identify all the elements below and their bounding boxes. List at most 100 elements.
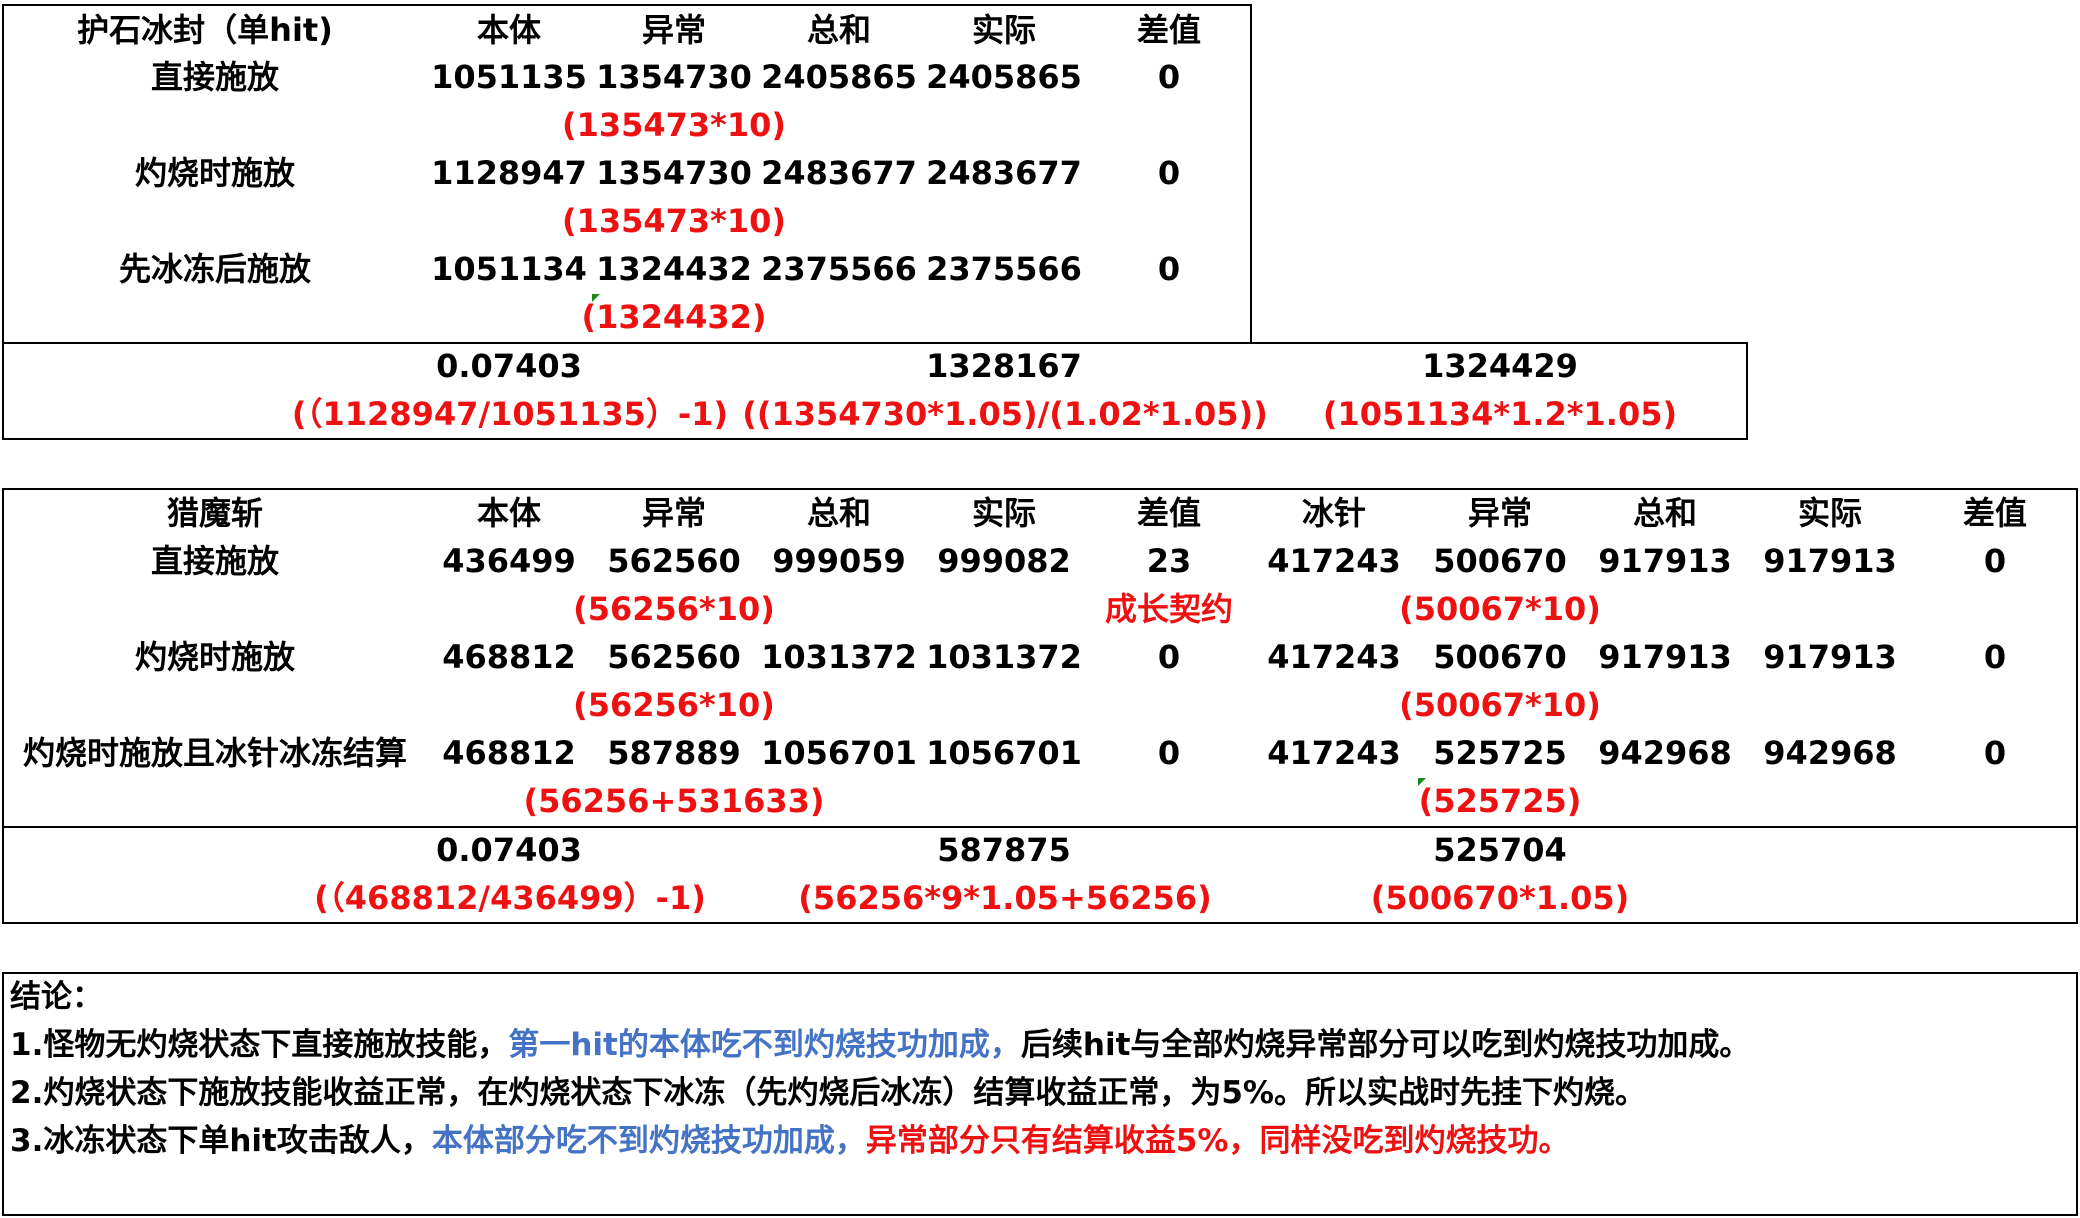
table2-cell: 587889 (607, 734, 741, 772)
table2-header: 异常 (1467, 494, 1533, 532)
table2-cell: 417243 (1267, 542, 1401, 580)
table2-cell: 917913 (1598, 638, 1732, 676)
table2-header: 本体 (476, 494, 542, 532)
table1-cell: 1324432 (596, 250, 752, 288)
table2-note: (50067*10) (1399, 686, 1601, 724)
table2-header: 总和 (806, 494, 872, 532)
table1-header-total: 总和 (806, 11, 872, 49)
table1-header-abnormal: 异常 (641, 11, 707, 49)
table2-cell: 562560 (607, 542, 741, 580)
table2-cell: 999059 (772, 542, 906, 580)
table2-cell: 942968 (1598, 734, 1732, 772)
table1-header-actual: 实际 (971, 11, 1037, 49)
table2-cell: 0 (1983, 542, 2007, 580)
table2-cell: 917913 (1763, 638, 1897, 676)
table2-header: 冰针 (1301, 494, 1367, 532)
table2-cell: 562560 (607, 638, 741, 676)
conclusion-line-1: 1.怪物无灼烧状态下直接施放技能，第一hit的本体吃不到灼烧技功加成，后续hit… (10, 1025, 1750, 1065)
summary1-value: 1328167 (926, 347, 1082, 385)
table1-cell: 2405865 (761, 58, 917, 96)
table1-header-diff: 差值 (1136, 11, 1202, 49)
table1-cell: 1051134 (431, 250, 587, 288)
conclusion-line-3-a: 3.冰冻状态下单hit攻击敌人， (10, 1123, 432, 1159)
table2-cell: 525725 (1433, 734, 1567, 772)
table2-row-label: 灼烧时施放且冰针冰冻结算 (22, 734, 408, 772)
summary1-value: 1324429 (1422, 347, 1578, 385)
conclusion-line-3: 3.冰冻状态下单hit攻击敌人，本体部分吃不到灼烧技功加成，异常部分只有结算收益… (10, 1121, 1570, 1161)
summary2-value: 0.07403 (436, 831, 582, 869)
table2-cell: 500670 (1433, 638, 1567, 676)
table1-cell: 0 (1157, 154, 1181, 192)
conclusion-line-1-c: 后续hit与全部灼烧异常部分可以吃到灼烧技功加成。 (1020, 1027, 1751, 1063)
conclusion-line-2: 2.灼烧状态下施放技能收益正常，在灼烧状态下冰冻（先灼烧后冰冻）结算收益正常，为… (10, 1075, 1646, 1111)
table1-row-label: 直接施放 (150, 58, 280, 96)
table1-cell: 1354730 (596, 154, 752, 192)
table1-cell: 2375566 (761, 250, 917, 288)
table2-cell: 0 (1157, 734, 1181, 772)
conclusion-title: 结论： (10, 979, 103, 1015)
table2-header: 总和 (1632, 494, 1698, 532)
table2-cell: 0 (1157, 638, 1181, 676)
table2-note: (56256*10) (573, 590, 775, 628)
table1-cell: 0 (1157, 58, 1181, 96)
table2-cell: 0 (1983, 734, 2007, 772)
table1-cell: 2483677 (926, 154, 1082, 192)
table1-cell: 1128947 (431, 154, 587, 192)
table2-cell: 468812 (442, 734, 576, 772)
table1-title: 护石冰封（单hit) (77, 11, 333, 49)
conclusion-line-1-highlight: 第一hit的本体吃不到灼烧技功加成， (508, 1027, 1021, 1063)
table2-header: 差值 (1136, 494, 1202, 532)
table2-cell: 23 (1146, 542, 1192, 580)
table2-cell: 468812 (442, 638, 576, 676)
table2-header: 实际 (971, 494, 1037, 532)
table2-note: (50067*10) (1399, 590, 1601, 628)
summary2-formula: (500670*1.05) (1370, 879, 1630, 917)
table2-row-label: 直接施放 (150, 542, 280, 580)
table1-cell: 0 (1157, 250, 1181, 288)
table2-header: 差值 (1962, 494, 2028, 532)
summary1-formula: (1051134*1.2*1.05) (1322, 395, 1678, 433)
table2-note: (56256+531633) (523, 782, 825, 820)
table1-cell: 2375566 (926, 250, 1082, 288)
summary1-value: 0.07403 (436, 347, 582, 385)
table1-cell: 1354730 (596, 58, 752, 96)
table1-cell: 2405865 (926, 58, 1082, 96)
summary2-value: 525704 (1433, 831, 1567, 869)
table2-title: 猎魔斩 (166, 494, 264, 532)
table1-header-body: 本体 (476, 11, 542, 49)
conclusion-line-3-highlight-blue: 本体部分吃不到灼烧技功加成， (431, 1123, 866, 1159)
conclusion-line-1-a: 1.怪物无灼烧状态下直接施放技能， (10, 1027, 509, 1063)
summary2-formula: (56256*9*1.05+56256) (798, 879, 1212, 917)
table2-cell: 942968 (1763, 734, 1897, 772)
table2-cell: 436499 (442, 542, 576, 580)
summary1-formula: (（1128947/1051135）-1) (291, 395, 729, 433)
table2-cell: 0 (1983, 638, 2007, 676)
conclusion-line-3-highlight-red: 异常部分只有结算收益5%，同样没吃到灼烧技功。 (865, 1123, 1570, 1159)
table2-cell: 1056701 (926, 734, 1082, 772)
summary2-formula: (（468812/436499）-1) (314, 879, 706, 917)
table2-header: 异常 (641, 494, 707, 532)
table2-cell: 917913 (1763, 542, 1897, 580)
table2-cell: 500670 (1433, 542, 1567, 580)
table2-header: 实际 (1797, 494, 1863, 532)
table1-cell: 1051135 (431, 58, 587, 96)
table1-note: (135473*10) (561, 202, 787, 240)
table2-row-label: 灼烧时施放 (134, 638, 296, 676)
table2-cell: 999082 (937, 542, 1071, 580)
table2-cell: 417243 (1267, 734, 1401, 772)
table1-note: (135473*10) (561, 106, 787, 144)
table2-cell: 1056701 (761, 734, 917, 772)
table2-cell: 417243 (1267, 638, 1401, 676)
table2-note: (56256*10) (573, 686, 775, 724)
table2-note: (525725) (1418, 782, 1582, 820)
summary2-value: 587875 (937, 831, 1071, 869)
table2-cell: 917913 (1598, 542, 1732, 580)
table2-cell: 1031372 (761, 638, 917, 676)
table1-cell: 2483677 (761, 154, 917, 192)
table1-row-label: 灼烧时施放 (134, 154, 296, 192)
table1-row-label: 先冰冻后施放 (118, 250, 312, 288)
table1-note: (1324432) (581, 298, 767, 336)
table2-note: 成长契约 (1104, 590, 1234, 628)
table2-cell: 1031372 (926, 638, 1082, 676)
summary1-formula: ((1354730*1.05)/(1.02*1.05)) (742, 395, 1268, 433)
